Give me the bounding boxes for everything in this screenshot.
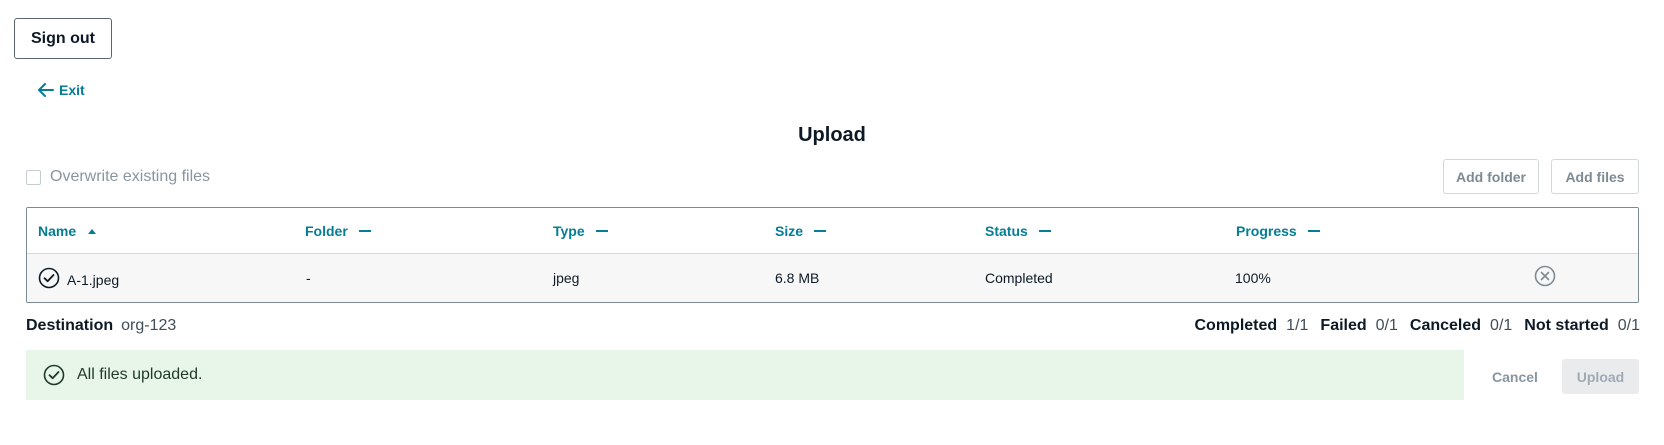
summary-label: Failed bbox=[1320, 317, 1367, 334]
upload-table: Name Folder Type Size Status Progress A-… bbox=[26, 207, 1639, 303]
sign-out-button[interactable]: Sign out bbox=[14, 18, 112, 59]
summary-label: Completed bbox=[1194, 317, 1278, 334]
column-label: Type bbox=[553, 223, 585, 239]
summary-completed: Completed 1/1 bbox=[1195, 317, 1309, 335]
arrow-left-icon bbox=[38, 83, 54, 97]
success-alert: All files uploaded. bbox=[26, 350, 1464, 400]
column-label: Status bbox=[985, 223, 1028, 239]
sort-none-icon bbox=[595, 230, 608, 232]
overwrite-label: Overwrite existing files bbox=[50, 168, 211, 185]
folder-cell: - bbox=[306, 270, 311, 286]
cancel-button[interactable]: Cancel bbox=[1475, 360, 1555, 393]
type-cell: jpeg bbox=[553, 270, 580, 286]
exit-label: Exit bbox=[59, 82, 85, 98]
column-header-folder[interactable]: Folder bbox=[305, 223, 371, 239]
summary-value: 0/1 bbox=[1617, 317, 1640, 334]
column-header-size[interactable]: Size bbox=[775, 223, 827, 239]
table-header: Name Folder Type Size Status Progress bbox=[27, 208, 1638, 254]
column-header-name[interactable]: Name bbox=[38, 223, 97, 239]
alert-message: All files uploaded. bbox=[77, 366, 203, 383]
close-circle-icon bbox=[1534, 265, 1556, 292]
table-row: A-1.jpeg - jpeg 6.8 MB Completed 100% bbox=[27, 254, 1638, 302]
summary-value: 0/1 bbox=[1490, 317, 1513, 334]
summary-value: 0/1 bbox=[1375, 317, 1398, 334]
progress-cell: 100% bbox=[1235, 270, 1271, 286]
check-circle-icon bbox=[43, 364, 65, 386]
checkbox-box[interactable] bbox=[26, 169, 41, 185]
sort-ascending-icon bbox=[87, 228, 97, 234]
summary-label: Canceled bbox=[1409, 317, 1482, 334]
page-title: Upload bbox=[798, 124, 866, 146]
column-header-status[interactable]: Status bbox=[985, 223, 1051, 239]
column-label: Progress bbox=[1236, 223, 1297, 239]
remove-file-button[interactable] bbox=[1533, 265, 1557, 292]
sort-none-icon bbox=[358, 230, 371, 232]
summary-not-started: Not started 0/1 bbox=[1524, 317, 1640, 335]
column-label: Size bbox=[775, 223, 804, 239]
exit-link[interactable]: Exit bbox=[38, 82, 85, 98]
upload-button[interactable]: Upload bbox=[1562, 359, 1639, 394]
upload-summary: Completed 1/1 Failed 0/1 Canceled 0/1 No… bbox=[1195, 317, 1641, 335]
destination-label: Destination bbox=[26, 317, 114, 334]
destination-value: org-123 bbox=[121, 317, 177, 334]
summary-failed: Failed 0/1 bbox=[1320, 317, 1397, 335]
size-cell: 6.8 MB bbox=[775, 270, 820, 286]
column-header-type[interactable]: Type bbox=[553, 223, 608, 239]
add-folder-button[interactable]: Add folder bbox=[1443, 159, 1539, 194]
sort-none-icon bbox=[1307, 230, 1320, 232]
summary-label: Not started bbox=[1524, 317, 1609, 334]
add-files-button[interactable]: Add files bbox=[1551, 159, 1639, 194]
file-name-cell: A-1.jpeg bbox=[38, 267, 119, 292]
overwrite-checkbox[interactable]: Overwrite existing files bbox=[26, 168, 210, 186]
column-label: Folder bbox=[305, 223, 348, 239]
sort-none-icon bbox=[814, 230, 827, 232]
sort-none-icon bbox=[1038, 230, 1051, 232]
file-name: A-1.jpeg bbox=[67, 271, 120, 288]
status-cell: Completed bbox=[985, 270, 1053, 286]
column-label: Name bbox=[38, 223, 77, 239]
summary-value: 1/1 bbox=[1286, 317, 1309, 334]
column-header-progress[interactable]: Progress bbox=[1236, 223, 1320, 239]
check-circle-icon bbox=[38, 267, 60, 292]
destination: Destination org-123 bbox=[26, 317, 176, 335]
summary-canceled: Canceled 0/1 bbox=[1410, 317, 1512, 335]
